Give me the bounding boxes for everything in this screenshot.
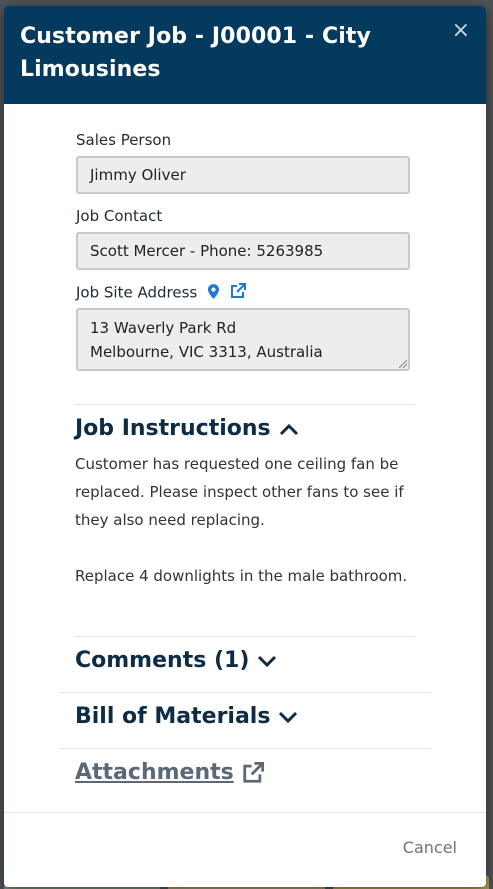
comments-toggle[interactable]: Comments (1)	[75, 648, 277, 673]
customer-job-modal: Customer Job - J00001 - City Limousines …	[4, 6, 486, 887]
sales-person-field[interactable]: Jimmy Oliver	[76, 156, 410, 194]
close-button[interactable]: ×	[452, 20, 470, 42]
job-contact-label: Job Contact	[76, 207, 163, 225]
modal-footer: Cancel	[4, 812, 486, 887]
job-instructions-content: Customer has requested one ceiling fan b…	[75, 450, 420, 590]
external-link-icon	[243, 761, 264, 783]
divider	[75, 636, 415, 637]
chevron-down-icon	[279, 711, 298, 723]
resize-handle[interactable]	[399, 360, 407, 368]
job-site-address-label: Job Site Address	[76, 283, 198, 302]
sales-person-label: Sales Person	[76, 131, 172, 149]
job-contact-field[interactable]: Scott Mercer - Phone: 5263985	[76, 232, 410, 270]
external-link-icon[interactable]	[230, 283, 246, 303]
job-site-address-label-row: Job Site Address	[76, 283, 246, 303]
map-pin-icon[interactable]	[207, 283, 219, 303]
modal-body: Sales Person Jimmy Oliver Job Contact Sc…	[4, 104, 486, 813]
instructions-paragraph-1: Customer has requested one ceiling fan b…	[75, 455, 404, 529]
address-line-1: 13 Waverly Park Rd	[90, 319, 237, 337]
modal-header: Customer Job - J00001 - City Limousines …	[4, 6, 486, 104]
bill-of-materials-toggle[interactable]: Bill of Materials	[75, 704, 298, 729]
bill-of-materials-title: Bill of Materials	[75, 704, 271, 729]
address-line-2: Melbourne, VIC 3313, Australia	[90, 343, 323, 361]
sales-person-value: Jimmy Oliver	[90, 166, 186, 184]
modal-title: Customer Job - J00001 - City Limousines	[20, 24, 371, 82]
job-instructions-toggle[interactable]: Job Instructions	[75, 416, 299, 441]
chevron-down-icon	[258, 655, 277, 667]
job-site-address-field[interactable]: 13 Waverly Park Rd Melbourne, VIC 3313, …	[76, 308, 410, 371]
divider	[75, 404, 415, 405]
cancel-button[interactable]: Cancel	[403, 838, 457, 857]
comments-title: Comments (1)	[75, 648, 250, 673]
divider	[60, 692, 431, 693]
chevron-up-icon	[279, 423, 298, 435]
attachments-link[interactable]: Attachments	[75, 760, 264, 785]
instructions-paragraph-2: Replace 4 downlights in the male bathroo…	[75, 567, 408, 585]
job-instructions-title: Job Instructions	[75, 416, 271, 441]
attachments-title: Attachments	[75, 760, 234, 785]
job-contact-value: Scott Mercer - Phone: 5263985	[90, 242, 324, 260]
divider	[60, 748, 431, 749]
